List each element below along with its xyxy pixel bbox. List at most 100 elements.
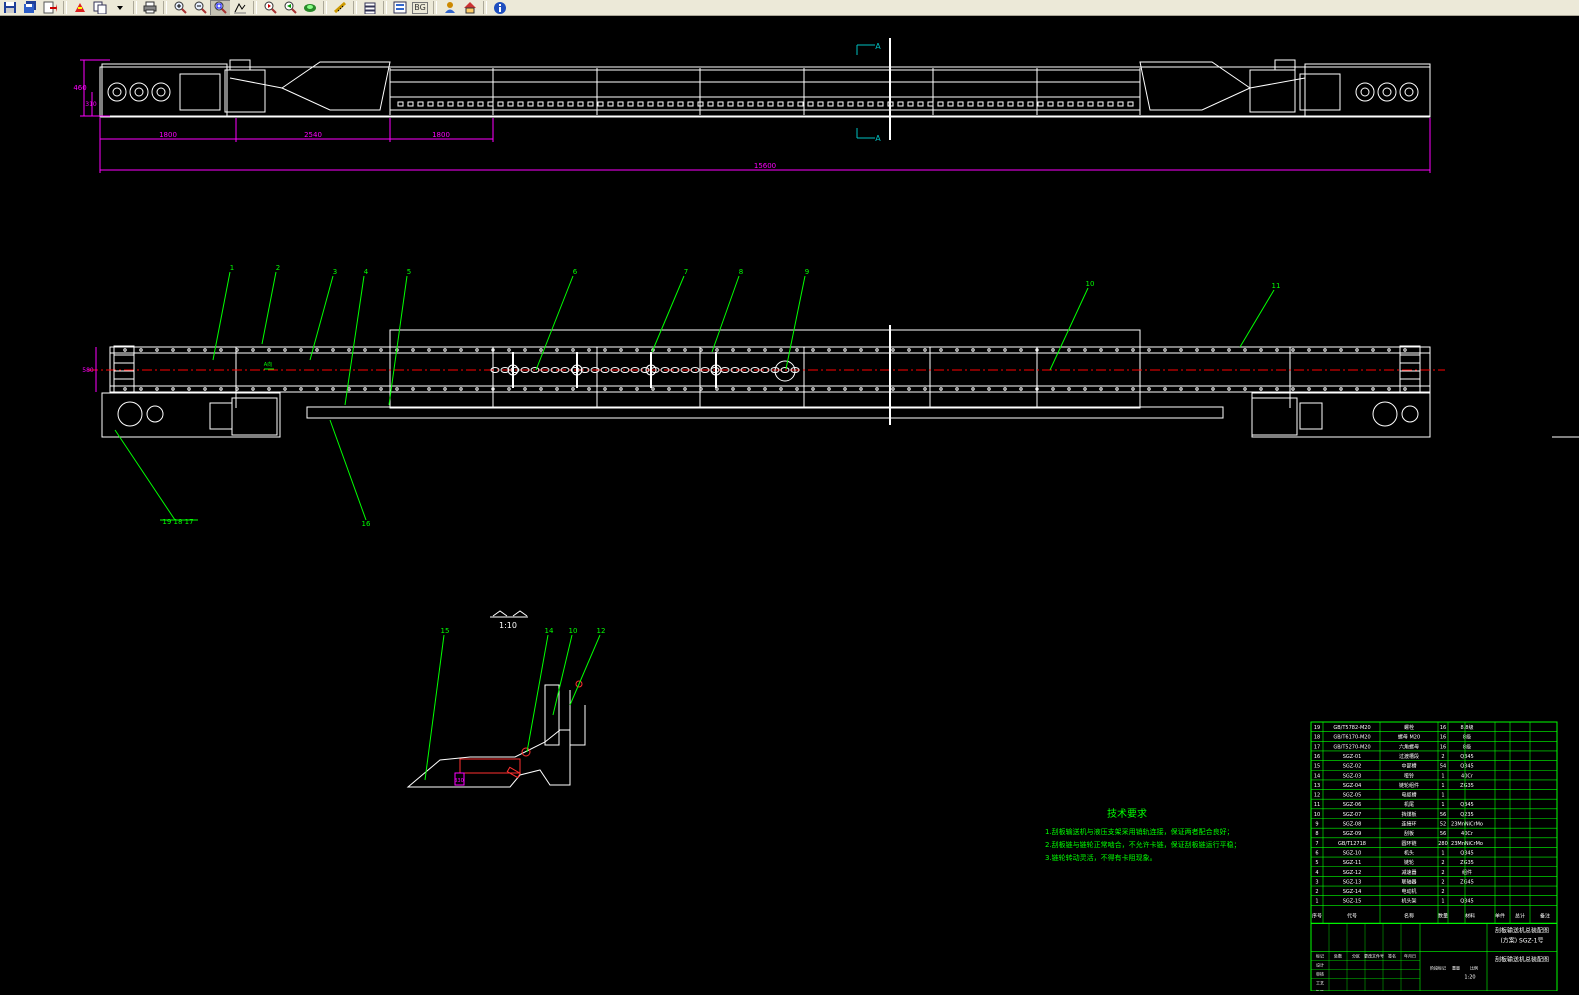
bolt-hole (219, 348, 223, 352)
bolt-hole (1243, 387, 1247, 391)
bolt-hole (363, 348, 367, 352)
part-number-2: 2 (276, 264, 280, 272)
right-coupling (1299, 73, 1341, 111)
bolt-hole (1131, 348, 1135, 352)
bolt-hole (715, 348, 719, 352)
background-button[interactable]: BG (410, 0, 430, 15)
right-sprocket-1-hub (1360, 87, 1370, 97)
home-button[interactable] (460, 0, 480, 15)
bolt-hole (139, 387, 143, 391)
bom-cell: 18 (1314, 735, 1320, 741)
pan-slot (797, 101, 804, 107)
pan-slot (477, 101, 484, 107)
layers-button[interactable] (360, 0, 380, 15)
bolt-hole (347, 387, 351, 391)
toolbar-separator (353, 1, 357, 14)
copy-button[interactable] (90, 0, 110, 15)
home-icon (464, 2, 476, 14)
bom-cell: 连接环 (1401, 821, 1416, 828)
bolt-hole (1387, 387, 1391, 391)
left-motor-box (229, 59, 251, 71)
dim-text-height: 460 (73, 84, 86, 92)
zoom-out-button[interactable] (190, 0, 210, 15)
export-button[interactable] (40, 0, 60, 15)
left-sprocket-2-hub (134, 87, 144, 97)
cad-drawing-canvas[interactable]: A A 460 310 1800 2540 1800 15600 580 1 2 3 4 5 6 7 8 9 10… (0, 16, 1579, 994)
pan-slot (637, 101, 644, 107)
part-number-11: 11 (1272, 282, 1281, 290)
pan-slot (767, 101, 774, 107)
front-view: 580 1 2 3 4 5 6 7 8 9 10 11 19 18 17 16 A向 (82, 264, 1445, 528)
part-number-4: 4 (364, 268, 369, 276)
bom-cell: 电缆槽 (1401, 792, 1416, 799)
bolt-hole (427, 387, 431, 391)
bolt-hole (507, 387, 511, 391)
pan-slot (687, 101, 694, 107)
pan-slot (947, 101, 954, 107)
stamp-label: 处数 (1334, 952, 1342, 958)
dropdown-arrow-button[interactable] (110, 0, 130, 15)
user-button[interactable] (440, 0, 460, 15)
zoom-extents-button[interactable] (230, 0, 250, 15)
detail-label-15: 15 (441, 627, 450, 635)
bom-cell: 14 (1314, 773, 1320, 779)
bolt-hole (235, 387, 239, 391)
bom-cell: 15 (1314, 764, 1320, 770)
pan-slot (607, 101, 614, 107)
bom-cell: 5 (1315, 860, 1318, 866)
left-coupling-front (209, 402, 233, 430)
bolt-hole (1227, 348, 1231, 352)
bolt-hole (1355, 348, 1359, 352)
bom-cell: 2 (1441, 860, 1444, 866)
bolt-hole (1371, 348, 1375, 352)
bom-cell: SGZ-02 (1343, 764, 1362, 770)
bolt-hole (331, 348, 335, 352)
print-button[interactable] (140, 0, 160, 15)
properties-button[interactable] (390, 0, 410, 15)
part-number-1: 1 (230, 264, 234, 272)
save-all-button[interactable] (20, 0, 40, 15)
bom-header-cell: 单件 (1495, 912, 1505, 919)
save-button[interactable] (0, 0, 20, 15)
bolt-hole (1115, 348, 1119, 352)
bom-cell: GB/T5782-M20 (1333, 725, 1370, 731)
zoom-in-button[interactable] (170, 0, 190, 15)
bom-cell: 过渡槽段 (1399, 753, 1419, 760)
bolt-hole (1163, 348, 1167, 352)
pan-slot (1097, 101, 1104, 107)
stamp-label: 工艺 (1316, 980, 1324, 985)
bolt-hole (1355, 387, 1359, 391)
right-gear (1372, 401, 1398, 427)
bom-cell: 中部槽 (1401, 763, 1416, 770)
bom-cell: 1 (1441, 773, 1444, 779)
pan-slot (1027, 101, 1034, 107)
pan-button[interactable] (300, 0, 320, 15)
dropdown-arrow-icon (117, 6, 123, 10)
bom-cell: 52 (1440, 822, 1446, 828)
bolt-hole (827, 387, 831, 391)
save-all-icon (24, 1, 36, 13)
pdf-button[interactable] (70, 0, 90, 15)
pan-slot (717, 101, 724, 107)
pan-slot (957, 101, 964, 107)
bom-cell: 16 (1440, 744, 1446, 750)
bolt-hole (523, 387, 527, 391)
bolt-hole (443, 348, 447, 352)
stamp-label: 比例 (1470, 964, 1478, 970)
pan-slot (927, 101, 934, 107)
info-button[interactable] (490, 0, 510, 15)
zoom-realtime-button[interactable] (260, 0, 280, 15)
pan-slot (1057, 101, 1064, 107)
zoom-window-button[interactable] (210, 0, 230, 15)
zoom-previous-button[interactable] (280, 0, 300, 15)
pan-slot (437, 101, 444, 107)
bolt-hole (1083, 387, 1087, 391)
bom-cell: 机尾 (1404, 801, 1414, 808)
stamp-label: 标记 (1316, 952, 1324, 958)
left-gear-small (146, 405, 164, 423)
bolt-hole (987, 387, 991, 391)
measure-button[interactable] (330, 0, 350, 15)
bom-cell: 1 (1441, 793, 1444, 799)
toolbar-separator (133, 1, 137, 14)
pdf-icon (75, 3, 85, 12)
